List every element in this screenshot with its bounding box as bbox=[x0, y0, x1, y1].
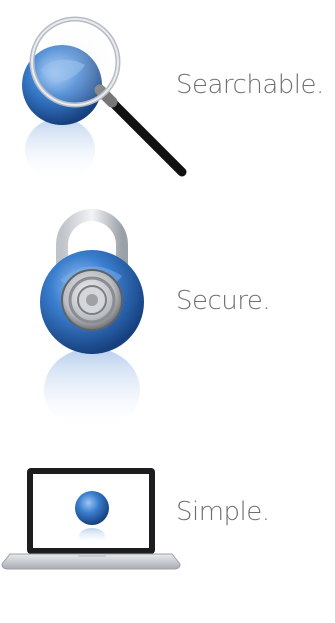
padlock-blue-globe-icon bbox=[40, 209, 144, 432]
feature-label-simple: Simple. bbox=[176, 497, 270, 527]
feature-label-secure: Secure. bbox=[176, 286, 271, 316]
magnifier-over-blue-globe-icon bbox=[22, 16, 187, 182]
feature-list: Searchable. Secure. Simple. bbox=[0, 0, 335, 623]
feature-searchable: Searchable. bbox=[0, 0, 335, 200]
feature-secure: Secure. bbox=[0, 200, 335, 440]
laptop-blue-globe-icon bbox=[1, 468, 181, 570]
feature-label-searchable: Searchable. bbox=[176, 70, 324, 100]
feature-simple: Simple. bbox=[0, 440, 335, 623]
